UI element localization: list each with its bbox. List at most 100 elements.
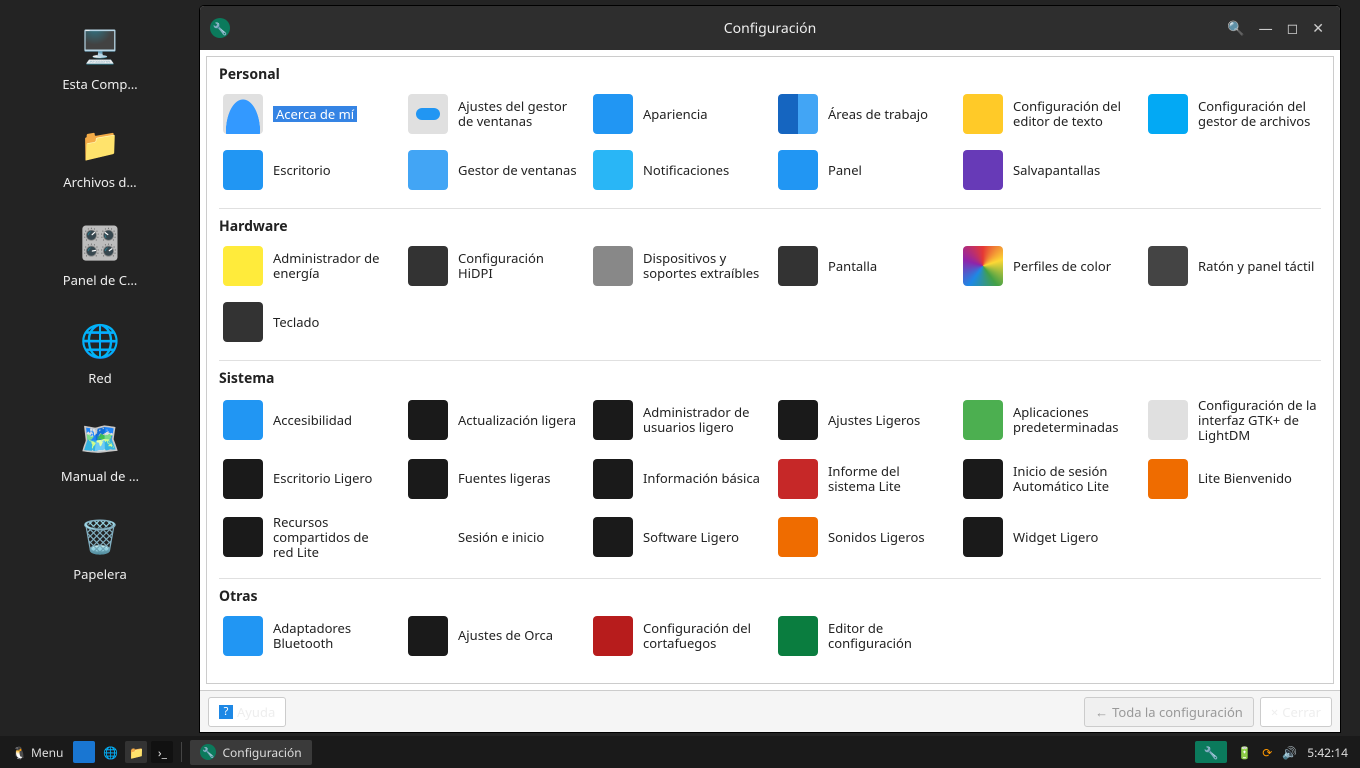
settings-lite-sounds-icon xyxy=(778,517,818,557)
settings-lightdm-gtk-icon xyxy=(1148,400,1188,440)
settings-hidpi[interactable]: Configuración HiDPI xyxy=(404,240,581,292)
desktop-computer-icon-label: Esta Comp… xyxy=(35,75,165,93)
all-config-button: ← Toda la configuración xyxy=(1084,697,1254,727)
settings-lite-autologin-label: Inicio de sesión Automático Lite xyxy=(1013,464,1132,494)
settings-bluetooth[interactable]: Adaptadores Bluetooth xyxy=(219,610,396,662)
settings-lite-tweaks[interactable]: Ajustes Ligeros xyxy=(774,392,951,449)
settings-lightdm-gtk[interactable]: Configuración de la interfaz GTK+ de Lig… xyxy=(1144,392,1321,449)
settings-default-apps-label: Aplicaciones predeterminadas xyxy=(1013,405,1132,435)
tray-volume-icon[interactable]: 🔊 xyxy=(1282,744,1297,761)
settings-desktop[interactable]: Escritorio xyxy=(219,144,396,196)
settings-workspaces[interactable]: Áreas de trabajo xyxy=(774,88,951,140)
settings-removable[interactable]: Dispositivos y soportes extraíbles xyxy=(589,240,766,292)
settings-lite-users-icon xyxy=(593,400,633,440)
settings-power-icon xyxy=(223,246,263,286)
minimize-icon[interactable]: — xyxy=(1259,19,1273,38)
settings-lite-sounds[interactable]: Sonidos Ligeros xyxy=(774,509,951,566)
clock[interactable]: 5:42:14 xyxy=(1307,744,1348,761)
settings-lite-update[interactable]: Actualización ligera xyxy=(404,392,581,449)
settings-file-manager[interactable]: Configuración del gestor de archivos xyxy=(1144,88,1321,140)
settings-keyboard[interactable]: Teclado xyxy=(219,296,396,348)
desktop-files-icon[interactable]: 📁Archivos d… xyxy=(35,123,165,191)
desktop-network-icon-glyph: 🌐 xyxy=(79,319,121,361)
settings-lite-report[interactable]: Informe del sistema Lite xyxy=(774,453,951,505)
show-desktop-icon[interactable] xyxy=(73,741,95,763)
settings-wm-tweaks[interactable]: Ajustes del gestor de ventanas xyxy=(404,88,581,140)
settings-config-editor-label: Editor de configuración xyxy=(828,621,947,651)
tray-update-icon[interactable]: ⟳ xyxy=(1262,744,1272,761)
settings-lite-netshares[interactable]: Recursos compartidos de red Lite xyxy=(219,509,396,566)
settings-basic-info-label: Información básica xyxy=(643,471,760,486)
settings-lite-users[interactable]: Administrador de usuarios ligero xyxy=(589,392,766,449)
settings-lite-autologin[interactable]: Inicio de sesión Automático Lite xyxy=(959,453,1136,505)
maximize-icon[interactable]: ◻ xyxy=(1287,19,1299,38)
settings-desktop-icon xyxy=(223,150,263,190)
search-icon[interactable]: 🔍 xyxy=(1227,19,1244,38)
tray-battery-icon[interactable]: 🔋 xyxy=(1237,744,1252,761)
settings-desktop-label: Escritorio xyxy=(273,163,331,178)
settings-workspaces-label: Áreas de trabajo xyxy=(828,107,928,122)
settings-config-editor[interactable]: Editor de configuración xyxy=(774,610,951,662)
section-personal: PersonalAcerca de míAjustes del gestor d… xyxy=(207,57,1333,208)
terminal-icon[interactable]: ›_ xyxy=(151,741,173,763)
desktop: 🖥️ Esta Comp… 📁Archivos d… 🎛️ Panel de C… 🌐Re… xyxy=(0,0,200,736)
settings-default-apps[interactable]: Aplicaciones predeterminadas xyxy=(959,392,1136,449)
settings-wm-tweaks-label: Ajustes del gestor de ventanas xyxy=(458,99,577,129)
settings-lite-desktop[interactable]: Escritorio Ligero xyxy=(219,453,396,505)
tray-settings-icon[interactable]: 🔧 xyxy=(1195,741,1227,763)
file-manager-icon[interactable]: 📁 xyxy=(125,741,147,763)
settings-lite-fonts-label: Fuentes ligeras xyxy=(458,471,550,486)
settings-notifications[interactable]: Notificaciones xyxy=(589,144,766,196)
desktop-control-panel-icon[interactable]: 🎛️ Panel de C… xyxy=(35,221,165,289)
desktop-manual-icon[interactable]: 🗺️Manual de … xyxy=(35,417,165,485)
settings-screensaver[interactable]: Salvapantallas xyxy=(959,144,1136,196)
section-grid: Adaptadores BluetoothAjustes de OrcaConf… xyxy=(219,610,1321,662)
settings-lite-welcome[interactable]: Lite Bienvenido xyxy=(1144,453,1321,505)
settings-lite-widget[interactable]: Widget Ligero xyxy=(959,509,1136,566)
help-button[interactable]: ? Ayuda xyxy=(208,697,286,727)
desktop-trash-icon[interactable]: 🗑️Papelera xyxy=(35,515,165,583)
settings-mouse[interactable]: Ratón y panel táctil xyxy=(1144,240,1321,292)
settings-session-startup[interactable]: Sesión e inicio xyxy=(404,509,581,566)
section-grid: AccesibilidadActualización ligeraAdminis… xyxy=(219,392,1321,566)
settings-window-manager-icon xyxy=(408,150,448,190)
settings-color[interactable]: Perfiles de color xyxy=(959,240,1136,292)
settings-appearance[interactable]: Apariencia xyxy=(589,88,766,140)
close-icon[interactable]: ✕ xyxy=(1312,19,1324,38)
taskbar-active-app[interactable]: 🔧 Configuración xyxy=(190,740,311,765)
settings-power[interactable]: Administrador de energía xyxy=(219,240,396,292)
settings-keyboard-label: Teclado xyxy=(273,315,319,330)
settings-orca[interactable]: Ajustes de Orca xyxy=(404,610,581,662)
settings-firewall[interactable]: Configuración del cortafuegos xyxy=(589,610,766,662)
settings-lite-fonts[interactable]: Fuentes ligeras xyxy=(404,453,581,505)
desktop-trash-icon-glyph: 🗑️ xyxy=(79,515,121,557)
section-header: Hardware xyxy=(219,217,1321,236)
settings-window-manager[interactable]: Gestor de ventanas xyxy=(404,144,581,196)
desktop-network-icon[interactable]: 🌐Red xyxy=(35,319,165,387)
close-button[interactable]: × Cerrar xyxy=(1260,697,1332,727)
settings-lite-welcome-label: Lite Bienvenido xyxy=(1198,471,1292,486)
settings-lite-software-icon xyxy=(593,517,633,557)
desktop-control-panel-icon-glyph: 🎛️ xyxy=(79,221,121,263)
settings-accessibility[interactable]: Accesibilidad xyxy=(219,392,396,449)
settings-basic-info[interactable]: Información básica xyxy=(589,453,766,505)
settings-text-editor[interactable]: Configuración del editor de texto xyxy=(959,88,1136,140)
menu-button[interactable]: 🐧 Menu xyxy=(6,744,69,761)
settings-display[interactable]: Pantalla xyxy=(774,240,951,292)
desktop-computer-icon-glyph: 🖥️ xyxy=(79,25,121,67)
settings-lite-update-icon xyxy=(408,400,448,440)
settings-content[interactable]: PersonalAcerca de míAjustes del gestor d… xyxy=(206,56,1334,684)
settings-text-editor-label: Configuración del editor de texto xyxy=(1013,99,1132,129)
settings-lite-software[interactable]: Software Ligero xyxy=(589,509,766,566)
settings-about-me-label: Acerca de mí xyxy=(273,106,357,123)
help-icon: ? xyxy=(219,705,233,719)
settings-lite-tweaks-label: Ajustes Ligeros xyxy=(828,413,920,428)
settings-panel[interactable]: Panel xyxy=(774,144,951,196)
settings-lite-desktop-icon xyxy=(223,459,263,499)
chrome-icon[interactable]: 🌐 xyxy=(99,741,121,763)
desktop-control-panel-icon-label: Panel de C… xyxy=(35,271,165,289)
settings-about-me[interactable]: Acerca de mí xyxy=(219,88,396,140)
settings-lite-widget-label: Widget Ligero xyxy=(1013,530,1098,545)
settings-workspaces-icon xyxy=(778,94,818,134)
desktop-computer-icon[interactable]: 🖥️ Esta Comp… xyxy=(35,25,165,93)
